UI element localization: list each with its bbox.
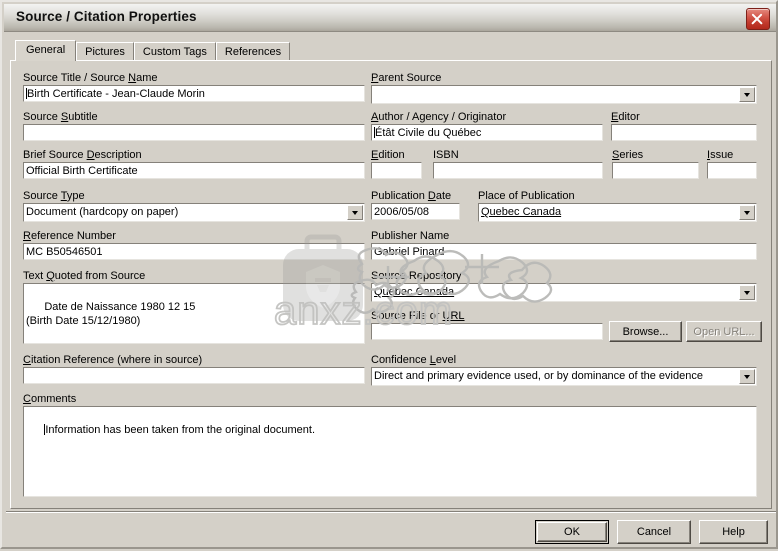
publication-date-input[interactable]: 2006/05/08 xyxy=(371,203,460,220)
isbn-label: ISBN xyxy=(433,149,459,161)
reference-number-label: Reference Number xyxy=(23,230,116,242)
dialog-window: Source / Citation Properties General Pic… xyxy=(0,0,778,549)
ok-button-label: OK xyxy=(564,526,580,538)
source-repository-combobox[interactable]: Quebec Canada xyxy=(371,283,757,302)
brief-description-input[interactable]: Official Birth Certificate xyxy=(23,162,365,179)
place-of-publication-combobox[interactable]: Quebec Canada xyxy=(478,203,757,222)
confidence-level-label: Confidence Level xyxy=(371,354,457,366)
source-title-label: Source Title / Source Name xyxy=(23,72,158,84)
cancel-button[interactable]: Cancel xyxy=(617,520,691,544)
issue-input[interactable] xyxy=(707,162,757,179)
tab-general-label: General xyxy=(26,44,66,56)
series-label: Series xyxy=(612,149,644,161)
tab-custom-tags-label: Custom Tags xyxy=(142,46,207,58)
source-title-input[interactable]: Birth Certificate - Jean-Claude Morin xyxy=(23,85,365,102)
browse-button-label: Browse... xyxy=(622,325,669,338)
place-of-publication-label: Place of Publication xyxy=(478,190,575,202)
browse-button[interactable]: Browse... xyxy=(609,321,682,342)
publisher-name-input[interactable]: Gabriel Pinard xyxy=(371,243,757,260)
isbn-input[interactable] xyxy=(433,162,603,179)
help-button-label: Help xyxy=(722,526,745,538)
source-subtitle-label: Source Subtitle xyxy=(23,111,98,123)
author-input[interactable]: Étât Civile du Québec xyxy=(371,124,603,141)
tab-strip: General Pictures Custom Tags References xyxy=(15,40,291,61)
chevron-down-icon[interactable] xyxy=(739,285,755,300)
author-label: Author / Agency / Originator xyxy=(371,111,507,123)
footer-separator xyxy=(6,511,776,513)
tab-custom-tags[interactable]: Custom Tags xyxy=(133,42,216,61)
reference-number-input[interactable]: MC B50546501 xyxy=(23,243,365,260)
source-type-combobox[interactable]: Document (hardcopy on paper) xyxy=(23,203,365,222)
tab-references-label: References xyxy=(224,46,282,58)
chevron-down-icon[interactable] xyxy=(739,369,755,384)
open-url-button: Open URL... xyxy=(686,321,762,342)
title-bar: Source / Citation Properties xyxy=(4,4,776,32)
tab-references[interactable]: References xyxy=(215,42,291,61)
citation-reference-input[interactable] xyxy=(23,367,365,384)
text-quoted-textarea[interactable]: Date de Naissance 1980 12 15 (Birth Date… xyxy=(23,283,365,344)
text-quoted-label: Text Quoted from Source xyxy=(23,270,146,282)
close-icon[interactable] xyxy=(746,8,770,30)
comments-label: Comments xyxy=(23,393,77,405)
cancel-button-label: Cancel xyxy=(636,526,672,538)
chevron-down-icon[interactable] xyxy=(347,205,363,220)
issue-label: Issue xyxy=(707,149,734,161)
edition-label: Edition xyxy=(371,149,405,161)
tab-pictures-label: Pictures xyxy=(85,46,125,58)
edition-input[interactable] xyxy=(371,162,422,179)
source-type-label: Source Type xyxy=(23,190,85,202)
brief-description-label: Brief Source Description xyxy=(23,149,142,161)
source-file-url-input[interactable] xyxy=(371,323,603,340)
source-repository-label: Source Repository xyxy=(371,270,462,282)
publication-date-label: Publication Date xyxy=(371,190,452,202)
citation-reference-label: Citation Reference (where in source) xyxy=(23,354,203,366)
parent-source-label: Parent Source xyxy=(371,72,442,84)
ok-button[interactable]: OK xyxy=(535,520,609,544)
source-subtitle-input[interactable] xyxy=(23,124,365,141)
tab-pictures[interactable]: Pictures xyxy=(76,42,134,61)
comments-textarea[interactable]: Information has been taken from the orig… xyxy=(23,406,757,497)
series-input[interactable] xyxy=(612,162,699,179)
parent-source-combobox[interactable] xyxy=(371,85,757,104)
tab-page-general: Source Title / Source Name Birth Certifi… xyxy=(10,60,772,509)
confidence-level-combobox[interactable]: Direct and primary evidence used, or by … xyxy=(371,367,757,386)
editor-label: Editor xyxy=(611,111,640,123)
source-file-url-label: Source File or URL xyxy=(371,310,465,322)
open-url-button-label: Open URL... xyxy=(693,325,755,338)
publisher-name-label: Publisher Name xyxy=(371,230,450,242)
chevron-down-icon[interactable] xyxy=(739,205,755,220)
tab-general[interactable]: General xyxy=(15,40,77,61)
window-title: Source / Citation Properties xyxy=(16,9,197,24)
help-button[interactable]: Help xyxy=(699,520,768,544)
editor-input[interactable] xyxy=(611,124,757,141)
chevron-down-icon[interactable] xyxy=(739,87,755,102)
